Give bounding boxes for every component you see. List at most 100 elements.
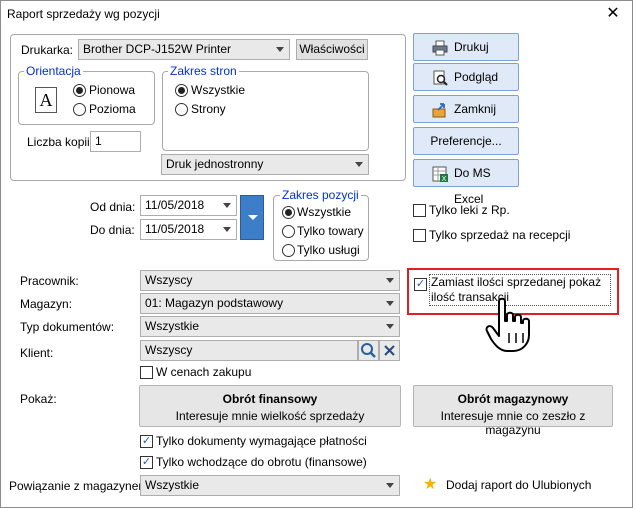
preview-icon (433, 70, 448, 86)
reception-only-checkbox[interactable] (413, 229, 426, 242)
add-favorites-link[interactable]: ★ Dodaj raport do Ulubionych (423, 475, 593, 495)
transactions-count-checkbox[interactable]: ✓ (414, 278, 427, 291)
purchase-prices-checkbox[interactable] (140, 366, 153, 379)
orientation-portrait-label: Pionowa (89, 83, 136, 97)
chevron-down-icon (386, 324, 394, 329)
rx-only-checkbox[interactable] (413, 204, 426, 217)
financial-turnover-title: Obrót finansowy (222, 392, 318, 406)
employee-value: Wszyscy (145, 273, 193, 287)
print-button-label: Drukuj (454, 40, 489, 54)
employee-label: Pracownik: (20, 274, 79, 288)
preferences-button-label: Preferencje... (430, 134, 502, 148)
excel-button[interactable]: X Do MS Excel (413, 159, 519, 206)
print-button[interactable]: Drukuj (413, 33, 519, 61)
properties-button[interactable]: Właściwości (296, 39, 368, 60)
warehouse-link-select[interactable]: Wszystkie (140, 475, 400, 496)
client-value: Wszyscy (145, 343, 193, 357)
item-range-goods-label: Tylko towary (297, 224, 364, 238)
warehouse-label: Magazyn: (20, 297, 73, 311)
chevron-down-icon (223, 227, 231, 232)
financial-only-label: Tylko wchodzące do obrotu (finansowe) (156, 455, 367, 469)
duplex-select[interactable]: Druk jednostronny (161, 154, 369, 175)
page-range-pages-label: Strony (191, 102, 226, 116)
exit-icon (432, 103, 446, 118)
printer-icon (432, 40, 448, 56)
chevron-down-icon (223, 203, 231, 208)
orientation-landscape-radio[interactable] (73, 103, 86, 116)
financial-turnover-button[interactable]: Obrót finansowy Interesuje mnie wielkość… (139, 385, 401, 427)
date-range-dropdown-button[interactable] (240, 195, 264, 240)
warehouse-turnover-button[interactable]: Obrót magazynowy Interesuje mnie co zesz… (413, 385, 613, 437)
date-from-value: 11/05/2018 (145, 198, 205, 212)
orientation-a-icon: A (35, 87, 57, 113)
warehouse-turnover-title: Obrót magazynowy (457, 392, 569, 406)
date-to-label: Do dnia: (90, 223, 135, 237)
preferences-button[interactable]: Preferencje... (413, 127, 519, 155)
copies-value: 1 (95, 134, 102, 148)
star-icon: ★ (423, 476, 438, 493)
client-clear-button[interactable] (379, 340, 400, 361)
warehouse-value: 01: Magazyn podstawowy (145, 296, 284, 310)
chevron-down-icon (355, 162, 363, 167)
item-range-goods-radio[interactable] (282, 225, 295, 238)
financial-turnover-subtitle: Interesuje mnie wielkość sprzedaży (175, 409, 365, 423)
client-search-button[interactable] (358, 340, 379, 361)
printer-select[interactable]: Brother DCP-J152W Printer (78, 39, 290, 60)
hand-cursor-icon (485, 297, 530, 352)
window-title: Raport sprzedaży wg pozycji (7, 7, 160, 21)
search-icon (361, 343, 376, 358)
clear-icon (384, 345, 395, 356)
item-range-all-label: Wszystkie (297, 205, 351, 219)
doc-type-select[interactable]: Wszystkie (140, 316, 400, 337)
client-field[interactable]: Wszyscy (140, 340, 358, 361)
close-button-label: Zamknij (454, 102, 497, 116)
chevron-down-icon (386, 278, 394, 283)
preview-button[interactable]: Podgląd (413, 63, 519, 91)
printer-value: Brother DCP-J152W Printer (83, 42, 232, 56)
item-range-services-label: Tylko usługi (297, 243, 360, 257)
page-range-pages-radio[interactable] (175, 103, 188, 116)
date-from-label: Od dnia: (90, 200, 136, 214)
show-label: Pokaż: (20, 392, 57, 406)
chevron-down-icon (248, 215, 258, 220)
doc-type-label: Typ dokumentów: (20, 320, 115, 334)
svg-text:X: X (442, 175, 447, 182)
close-button[interactable]: Zamknij (413, 95, 519, 123)
payment-docs-checkbox[interactable]: ✓ (140, 435, 153, 448)
warehouse-link-label: Powiązanie z magazynem: (9, 479, 152, 493)
add-favorites-label: Dodaj raport do Ulubionych (446, 478, 592, 492)
warehouse-link-value: Wszystkie (145, 478, 199, 492)
orientation-icon-letter: A (39, 90, 53, 110)
date-from-picker[interactable]: 11/05/2018 (140, 195, 237, 216)
title-bar: Raport sprzedaży wg pozycji ✕ (1, 1, 632, 29)
page-range-all-label: Wszystkie (191, 83, 245, 97)
item-range-services-radio[interactable] (282, 244, 295, 257)
item-range-legend: Zakres pozycji (280, 188, 361, 202)
financial-only-checkbox[interactable]: ✓ (140, 456, 153, 469)
doc-type-value: Wszystkie (145, 319, 199, 333)
copies-input[interactable]: 1 (90, 131, 141, 152)
orientation-legend: Orientacja (24, 64, 83, 78)
properties-button-label: Właściwości (299, 42, 365, 56)
printer-label: Drukarka: (21, 43, 74, 57)
report-dialog: Raport sprzedaży wg pozycji ✕ Drukarka: … (0, 0, 633, 508)
item-range-all-radio[interactable] (282, 206, 295, 219)
preview-button-label: Podgląd (454, 70, 499, 84)
payment-docs-label: Tylko dokumenty wymagające płatności (156, 434, 367, 448)
date-to-picker[interactable]: 11/05/2018 (140, 219, 237, 240)
orientation-landscape-label: Pozioma (89, 102, 136, 116)
page-range-all-radio[interactable] (175, 84, 188, 97)
page-range-legend: Zakres stron (168, 64, 239, 78)
client-label: Klient: (20, 346, 54, 360)
orientation-portrait-radio[interactable] (73, 84, 86, 97)
reception-only-label: Tylko sprzedaż na recepcji (429, 228, 571, 242)
rx-only-label: Tylko leki z Rp. (429, 203, 510, 217)
duplex-value: Druk jednostronny (166, 157, 264, 171)
warehouse-select[interactable]: 01: Magazyn podstawowy (140, 293, 400, 314)
excel-icon: X (432, 166, 448, 182)
chevron-down-icon (386, 483, 394, 488)
warehouse-turnover-subtitle: Interesuje mnie co zeszło z magazynu (440, 409, 586, 437)
close-icon[interactable]: ✕ (602, 3, 624, 25)
employee-select[interactable]: Wszyscy (140, 270, 400, 291)
chevron-down-icon (276, 47, 284, 52)
